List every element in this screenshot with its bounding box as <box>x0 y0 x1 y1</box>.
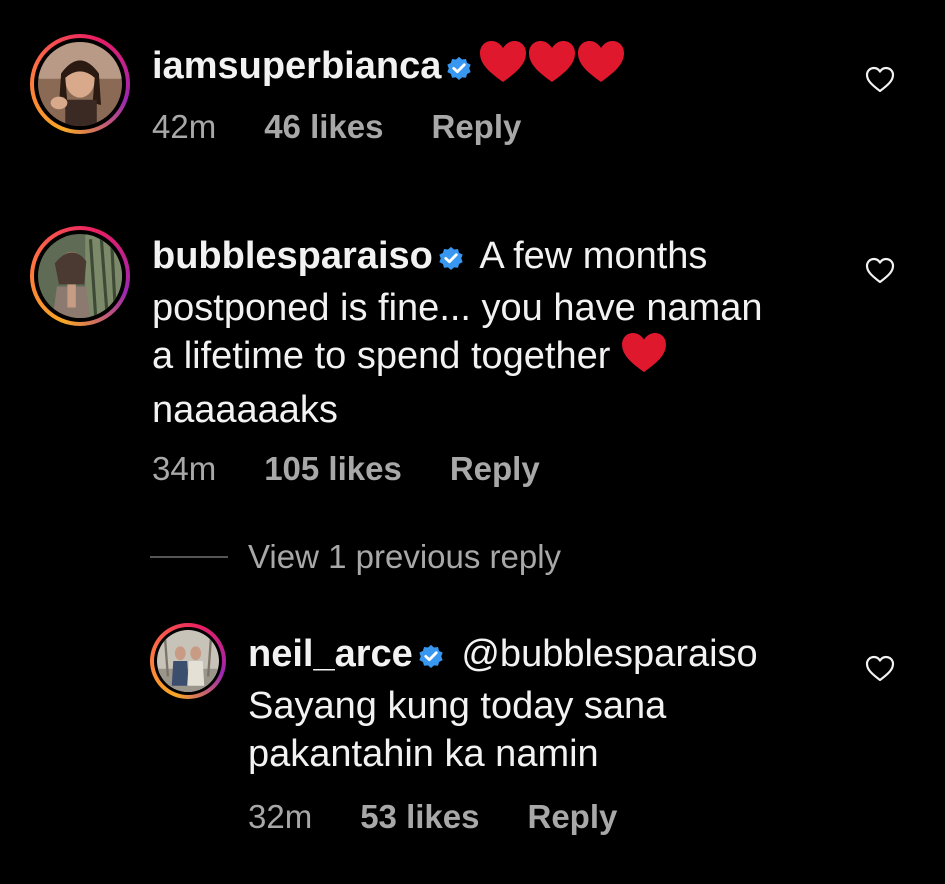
heart-outline-icon[interactable] <box>865 257 895 285</box>
avatar-photo <box>38 234 122 318</box>
comment-meta: 32m 53 likes Reply <box>248 798 617 836</box>
likes-count[interactable]: 105 likes <box>264 450 402 488</box>
avatar-photo <box>157 630 219 692</box>
comment-text: naaaaaaks <box>152 389 338 431</box>
comment-body: bubblesparaiso A few months postponed is… <box>152 232 852 434</box>
mention-link[interactable]: @bubblesparaiso <box>461 633 757 675</box>
verified-badge-icon <box>417 634 445 682</box>
comment-text: A few months <box>479 235 708 277</box>
likes-count[interactable]: 53 likes <box>360 798 479 836</box>
view-previous-replies-button[interactable]: View 1 previous reply <box>150 538 561 576</box>
username[interactable]: iamsuperbianca <box>152 45 441 87</box>
avatar[interactable] <box>30 226 130 326</box>
reply-button[interactable]: Reply <box>431 108 521 146</box>
timestamp: 32m <box>248 798 313 835</box>
reply-button[interactable]: Reply <box>450 450 540 488</box>
reply-button[interactable]: Reply <box>527 798 617 836</box>
timestamp: 42m <box>152 108 217 145</box>
view-replies-label: View 1 previous reply <box>248 538 562 575</box>
comment-text: postponed is fine... you have naman <box>152 287 763 329</box>
avatar[interactable] <box>150 623 226 699</box>
verified-badge-icon <box>445 46 473 94</box>
heart-emoji <box>621 332 667 386</box>
likes-count[interactable]: 46 likes <box>264 108 383 146</box>
divider <box>150 556 228 558</box>
heart-outline-icon[interactable] <box>865 66 895 94</box>
comment-text: pakantahin ka namin <box>248 733 599 775</box>
comment-meta: 34m 105 likes Reply <box>152 450 540 488</box>
comment-meta: 42m 46 likes Reply <box>152 108 521 146</box>
avatar-photo <box>38 42 122 126</box>
comment-body: iamsuperbianca <box>152 40 625 96</box>
avatar[interactable] <box>30 34 130 134</box>
heart-outline-icon[interactable] <box>865 655 895 683</box>
username[interactable]: neil_arce <box>248 633 413 675</box>
comment-body: neil_arce @bubblesparaiso Sayang kung to… <box>248 630 868 778</box>
username[interactable]: bubblesparaiso <box>152 235 433 277</box>
comment-text: a lifetime to spend together <box>152 335 611 377</box>
verified-badge-icon <box>437 236 465 284</box>
timestamp: 34m <box>152 450 217 487</box>
heart-emoji <box>479 40 625 96</box>
comment-text: Sayang kung today sana <box>248 685 667 727</box>
